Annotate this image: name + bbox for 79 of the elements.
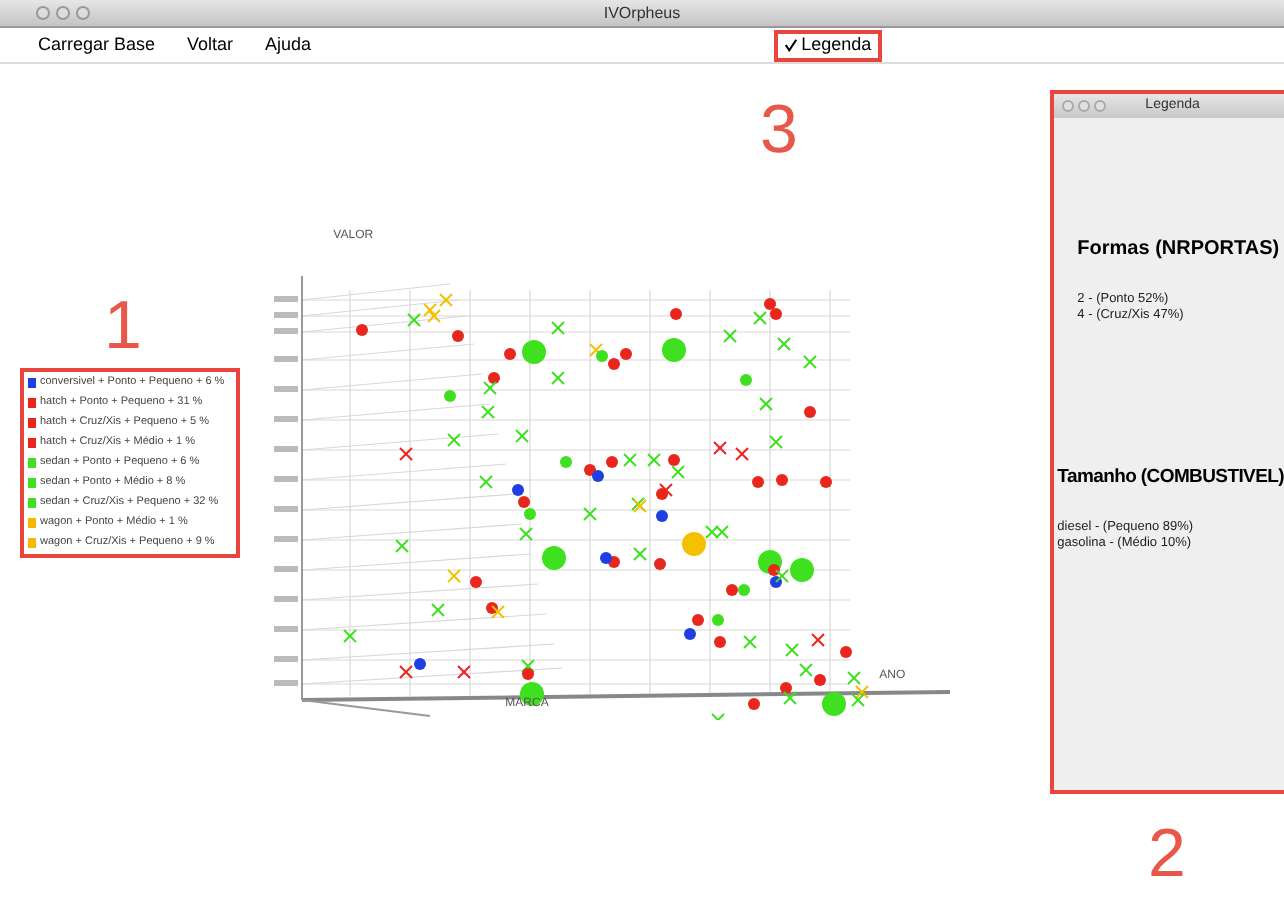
cross-marker (782, 691, 797, 705)
data-point (559, 456, 572, 468)
cross-marker (456, 665, 471, 679)
data-point (469, 576, 482, 588)
cross-marker (478, 475, 493, 489)
menu-item[interactable]: Legenda (773, 29, 882, 61)
cross-marker (398, 447, 413, 461)
data-point (681, 532, 706, 556)
cross-marker (646, 453, 661, 467)
data-point (661, 338, 686, 362)
data-point (819, 476, 832, 488)
cross-marker (446, 433, 461, 447)
cross-marker (632, 547, 647, 561)
cross-marker (810, 633, 825, 647)
cross-marker (514, 429, 529, 443)
data-point (739, 374, 752, 386)
data-point (503, 348, 516, 360)
cross-marker (490, 605, 505, 619)
data-point (775, 474, 788, 486)
cross-marker (394, 539, 409, 553)
section-heading: Tamanho (COMBUSTIVEL) (1057, 464, 1284, 492)
cross-marker (752, 311, 767, 325)
cross-marker (480, 405, 495, 419)
data-point (747, 698, 760, 710)
section-heading: Formas (NRPORTAS) (1077, 236, 1282, 264)
data-point (485, 602, 498, 614)
data-point (541, 546, 566, 570)
cross-marker (622, 453, 637, 467)
data-point (711, 614, 724, 626)
cross-marker (802, 355, 817, 369)
cross-marker (582, 507, 597, 521)
data-point (443, 390, 456, 402)
cross-marker (784, 643, 799, 657)
cross-marker (798, 663, 813, 677)
cross-marker (430, 603, 445, 617)
data-point (821, 692, 846, 716)
data-point (487, 372, 500, 384)
cross-marker (758, 397, 773, 411)
data-point (839, 646, 852, 658)
cross-marker (712, 441, 727, 455)
data-point (451, 330, 464, 342)
annotation-number: 1 (104, 292, 142, 360)
cross-marker (670, 465, 685, 479)
menu-item[interactable]: Voltar (177, 29, 244, 61)
data-point (751, 476, 764, 488)
data-point (813, 674, 826, 686)
cross-marker (446, 569, 461, 583)
data-point (779, 682, 792, 694)
checkmark-icon (783, 38, 798, 52)
cross-marker (482, 381, 497, 395)
data-point (713, 636, 726, 648)
cross-marker (734, 447, 749, 461)
cross-marker (776, 337, 791, 351)
cross-marker (550, 371, 565, 385)
cross-marker (658, 483, 673, 497)
cross-marker (398, 665, 413, 679)
cross-marker (722, 329, 737, 343)
window-title: IVOrpheus (603, 1, 681, 25)
cross-marker (742, 635, 757, 649)
data-point (413, 658, 426, 670)
data-point (355, 324, 368, 336)
cross-marker (774, 569, 789, 583)
data-point (653, 558, 666, 570)
cross-marker (342, 629, 357, 643)
data-point (521, 340, 546, 364)
data-point (789, 558, 814, 582)
cross-marker (768, 435, 783, 449)
cross-marker (518, 527, 533, 541)
annotation-number: 3 (760, 96, 798, 164)
data-point (669, 308, 682, 320)
menu-item[interactable]: Carregar Base (28, 29, 166, 61)
cross-marker (550, 321, 565, 335)
menu-item[interactable]: Ajuda (255, 29, 322, 61)
data-point (803, 406, 816, 418)
data-point (667, 454, 680, 466)
cross-marker (710, 713, 725, 720)
data-point (655, 488, 668, 500)
data-point (655, 510, 668, 522)
annotation-number: 2 (1148, 820, 1186, 888)
